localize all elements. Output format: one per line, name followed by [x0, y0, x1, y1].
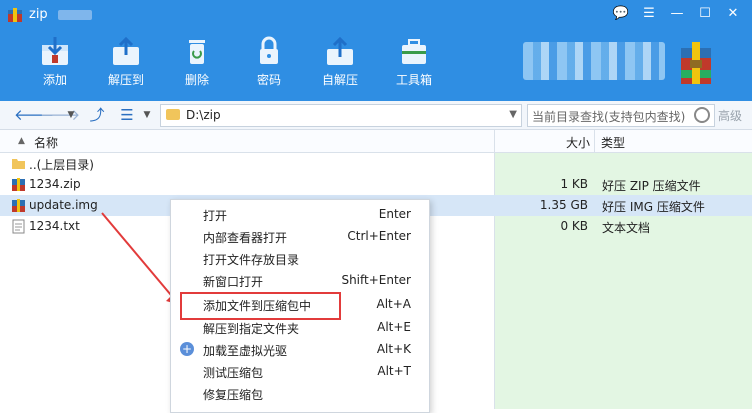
title-redacted — [58, 10, 92, 20]
search-input[interactable]: 当前目录查找(支持包内查找) — [527, 104, 715, 127]
extract-to-label: 解压到 — [107, 73, 144, 87]
archive-icon — [12, 178, 25, 191]
menu-item-label: 内部查看器打开 — [203, 231, 288, 245]
archive-icon — [12, 199, 25, 212]
sort-up-icon: ▲ — [18, 136, 25, 146]
file-row[interactable]: ..(上层目录) — [0, 153, 752, 174]
lock-icon — [260, 36, 278, 64]
menu-item-label: 加载至虚拟光驱 — [203, 344, 288, 358]
file-size: 1.35 GB — [539, 198, 588, 212]
history-dropdown-icon[interactable]: ▼ — [64, 105, 78, 125]
self-extract-button[interactable]: 自解压 — [305, 32, 375, 98]
redacted-banner — [523, 42, 665, 80]
annotation-highlight-box — [180, 292, 341, 320]
menu-item-shortcut: Alt+K — [376, 342, 411, 356]
column-divider[interactable] — [594, 130, 595, 152]
menu-item-label: 修复压缩包 — [203, 388, 264, 402]
menu-item-label: 解压到指定文件夹 — [203, 322, 300, 336]
search-placeholder: 当前目录查找(支持包内查找) — [532, 110, 686, 124]
add-archive-icon — [42, 37, 68, 65]
maximize-icon[interactable]: ☐ — [693, 5, 717, 23]
delete-label: 删除 — [184, 73, 209, 87]
toolbox-label: 工具箱 — [395, 73, 432, 87]
add-button[interactable]: 添加 — [20, 32, 90, 98]
menu-item-open-internal[interactable]: 内部查看器打开 Ctrl+Enter — [171, 225, 429, 247]
address-bar: 🡐 🡒 ▼ ⤴ ☰ ▼ D:\zip ▼ 当前目录查找(支持包内查找) 高级 — [0, 101, 752, 130]
toolbox-button[interactable]: 工具箱 — [379, 32, 449, 98]
toolbar: 添加 解压到 删除 密码 自解压 工具箱 — [0, 30, 752, 101]
feedback-icon[interactable]: 💬 — [609, 5, 633, 23]
file-size: 1 KB — [560, 177, 588, 191]
chevron-down-icon[interactable]: ▼ — [509, 109, 517, 120]
file-name: ..(上层目录) — [29, 158, 94, 172]
haozip-logo-icon — [681, 42, 711, 84]
menu-item-label: 测试压缩包 — [203, 366, 264, 380]
file-name: 1234.zip — [29, 177, 81, 191]
plus-circle-icon: + — [180, 342, 194, 356]
up-folder-icon[interactable]: ⤴ — [86, 105, 108, 125]
menu-item-open[interactable]: 打开 Enter — [171, 203, 429, 225]
column-divider[interactable] — [494, 130, 495, 152]
password-label: 密码 — [256, 73, 281, 87]
extract-to-button[interactable]: 解压到 — [91, 32, 161, 98]
path-text: D:\zip — [186, 108, 221, 122]
delete-icon — [189, 40, 205, 64]
menu-icon[interactable]: ☰ — [637, 5, 661, 23]
self-extract-label: 自解压 — [321, 73, 358, 87]
file-size: 0 KB — [560, 219, 588, 233]
title-bar: zip 💬 ☰ — ☐ ✕ — [0, 0, 752, 30]
advanced-search-link[interactable]: 高级 — [718, 107, 742, 124]
delete-button[interactable]: 删除 — [162, 32, 232, 98]
folder-icon — [12, 159, 25, 169]
text-file-icon — [12, 219, 25, 234]
menu-item-shortcut: Shift+Enter — [341, 273, 411, 287]
menu-item-mount-virtual-drive[interactable]: + 加载至虚拟光驱 Alt+K — [171, 338, 429, 360]
view-dropdown-icon[interactable]: ▼ — [140, 105, 154, 125]
column-type[interactable]: 类型 — [601, 134, 625, 151]
extract-to-icon — [113, 36, 139, 65]
column-header: ▲ 名称 大小 类型 — [0, 130, 752, 153]
forward-arrow-icon[interactable]: 🡒 — [40, 105, 80, 125]
menu-item-shortcut: Enter — [378, 207, 411, 221]
menu-item-shortcut: Alt+A — [376, 297, 411, 311]
file-type: 文本文档 — [602, 221, 651, 235]
menu-item-label: 打开文件存放目录 — [203, 253, 300, 267]
file-name: 1234.txt — [29, 219, 80, 233]
folder-icon — [166, 109, 180, 120]
add-label: 添加 — [42, 73, 67, 87]
password-button[interactable]: 密码 — [234, 32, 304, 98]
menu-item-repair-archive[interactable]: 修复压缩包 — [171, 382, 429, 404]
file-name: update.img — [29, 198, 98, 212]
menu-item-label: 打开 — [203, 209, 228, 223]
menu-item-test-archive[interactable]: 测试压缩包 Alt+T — [171, 360, 429, 382]
self-extract-icon — [327, 36, 353, 65]
file-type: 好压 IMG 压缩文件 — [602, 200, 705, 214]
menu-item-shortcut: Alt+T — [377, 364, 411, 378]
file-type: 好压 ZIP 压缩文件 — [602, 179, 701, 193]
back-arrow-icon[interactable]: 🡐 — [14, 105, 54, 125]
path-field[interactable]: D:\zip ▼ — [160, 104, 522, 127]
view-list-icon[interactable]: ☰ — [116, 105, 138, 125]
menu-item-shortcut: Ctrl+Enter — [347, 229, 411, 243]
menu-item-shortcut: Alt+E — [377, 320, 411, 334]
column-size[interactable]: 大小 — [566, 134, 590, 151]
app-logo-icon — [8, 8, 22, 22]
toolbox-icon — [402, 39, 426, 64]
column-name[interactable]: 名称 — [34, 134, 58, 151]
close-icon[interactable]: ✕ — [721, 5, 745, 23]
menu-item-new-window[interactable]: 新窗口打开 Shift+Enter — [171, 269, 429, 291]
app-header: zip 💬 ☰ — ☐ ✕ 添加 解压到 删除 密码 自解压 工具箱 — [0, 0, 752, 101]
file-row[interactable]: 1234.zip 1 KB 好压 ZIP 压缩文件 — [0, 174, 752, 195]
menu-item-open-location[interactable]: 打开文件存放目录 — [171, 247, 429, 269]
search-icon[interactable] — [694, 107, 710, 123]
minimize-icon[interactable]: — — [665, 5, 689, 23]
window-title: zip — [29, 7, 48, 22]
menu-item-label: 新窗口打开 — [203, 275, 264, 289]
